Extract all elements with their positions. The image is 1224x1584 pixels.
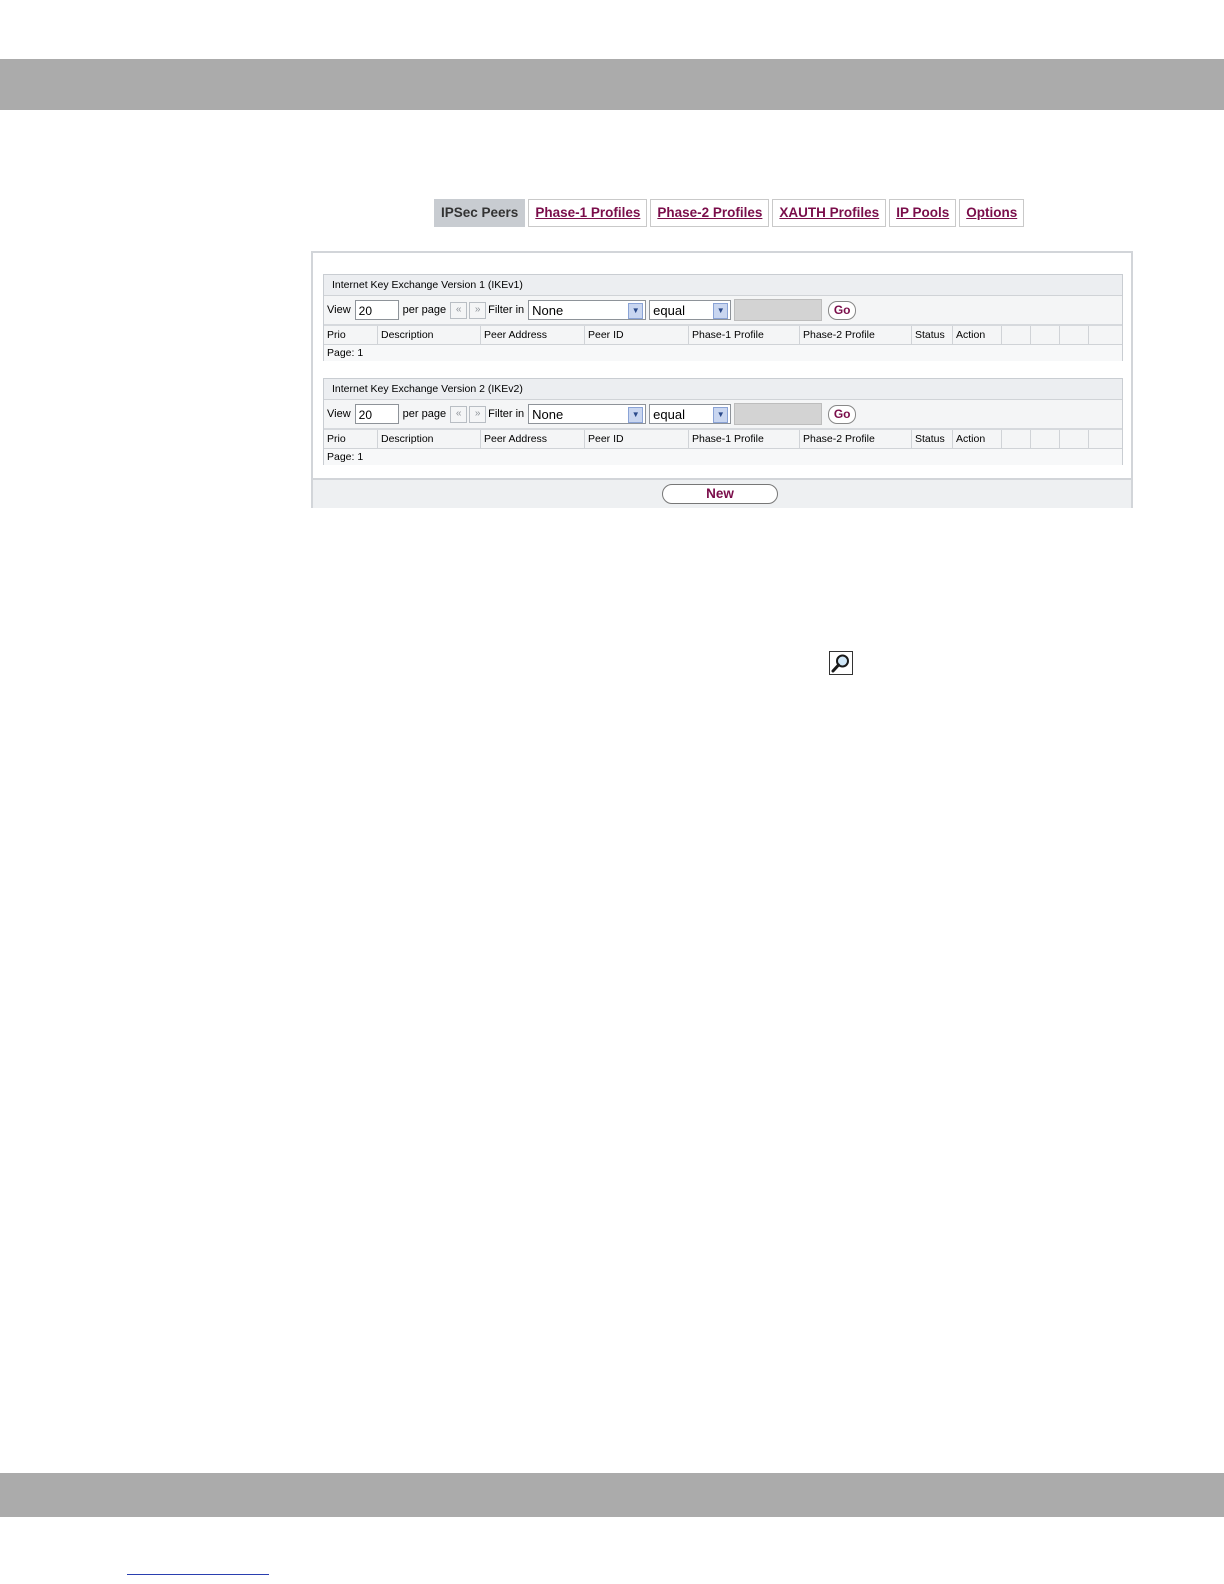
column-header xyxy=(1089,326,1118,344)
ikev2-title: Internet Key Exchange Version 2 (IKEv2) xyxy=(324,379,1122,400)
column-header xyxy=(1002,326,1031,344)
prev-page-icon[interactable]: « xyxy=(450,405,468,423)
ikev1-controls: View 20 per page « » Filter in None ▼ eq… xyxy=(324,296,1122,326)
filter-operator-value: equal xyxy=(653,303,685,318)
filter-field-value: None xyxy=(532,407,564,422)
column-header[interactable]: Description xyxy=(378,326,481,344)
filter-value-input[interactable] xyxy=(734,299,823,321)
new-button[interactable]: New xyxy=(662,484,778,504)
column-header[interactable]: Peer ID xyxy=(585,430,689,448)
next-page-icon[interactable]: » xyxy=(469,301,487,319)
tab-bar: IPSec Peers Phase-1 Profiles Phase-2 Pro… xyxy=(434,199,1025,227)
column-header[interactable]: Phase-1 Profile xyxy=(689,430,800,448)
ikev2-group: Internet Key Exchange Version 2 (IKEv2) … xyxy=(323,378,1123,465)
tab-ipsec-peers[interactable]: IPSec Peers xyxy=(434,199,526,227)
column-header[interactable]: Peer Address xyxy=(481,430,585,448)
filter-field-value: None xyxy=(532,303,564,318)
column-header xyxy=(1060,326,1089,344)
tab-phase-2-profiles[interactable]: Phase-2 Profiles xyxy=(650,199,770,227)
ipsec-peers-panel: Internet Key Exchange Version 1 (IKEv1) … xyxy=(311,251,1133,508)
chevron-down-icon: ▼ xyxy=(628,303,644,319)
per-page-label: per page xyxy=(402,408,447,420)
next-page-icon[interactable]: » xyxy=(469,405,487,423)
page-label: Page: xyxy=(327,347,355,359)
page-label: Page: xyxy=(327,451,355,463)
go-button[interactable]: Go xyxy=(828,300,857,320)
ikev2-page-indicator: Page: 1 xyxy=(324,449,1122,465)
column-header: Action xyxy=(953,430,1002,448)
tab-ip-pools[interactable]: IP Pools xyxy=(889,199,957,227)
footer-band xyxy=(0,1473,1224,1517)
ikev1-table-header: Prio Description Peer Address Peer ID Ph… xyxy=(324,326,1122,345)
column-header[interactable]: Status xyxy=(912,326,953,344)
page-number[interactable]: 1 xyxy=(357,451,363,463)
column-header[interactable]: Status xyxy=(912,430,953,448)
go-button[interactable]: Go xyxy=(828,404,857,424)
filter-operator-value: equal xyxy=(653,407,685,422)
chevron-down-icon: ▼ xyxy=(713,303,729,319)
filter-operator-select[interactable]: equal ▼ xyxy=(649,300,732,320)
tab-options[interactable]: Options xyxy=(959,199,1025,227)
magnifier-icon[interactable] xyxy=(829,651,853,675)
filter-value-input[interactable] xyxy=(734,403,823,425)
ikev2-controls: View 20 per page « » Filter in None ▼ eq… xyxy=(324,400,1122,430)
filter-in-label: Filter in xyxy=(488,408,525,420)
ikev2-table-header: Prio Description Peer Address Peer ID Ph… xyxy=(324,430,1122,449)
filter-field-select[interactable]: None ▼ xyxy=(528,404,647,424)
column-header[interactable]: Prio xyxy=(324,430,378,448)
column-header xyxy=(1089,430,1118,448)
ikev1-group: Internet Key Exchange Version 1 (IKEv1) … xyxy=(323,274,1123,361)
column-header[interactable]: Prio xyxy=(324,326,378,344)
view-count-input[interactable]: 20 xyxy=(354,300,399,320)
column-header xyxy=(1060,430,1089,448)
chevron-down-icon: ▼ xyxy=(713,407,729,423)
column-header[interactable]: Phase-2 Profile xyxy=(800,430,912,448)
filter-in-label: Filter in xyxy=(488,304,525,316)
column-header[interactable]: Phase-1 Profile xyxy=(689,326,800,344)
column-header[interactable]: Phase-2 Profile xyxy=(800,326,912,344)
filter-operator-select[interactable]: equal ▼ xyxy=(649,404,732,424)
column-header: Action xyxy=(953,326,1002,344)
view-label: View xyxy=(327,304,351,316)
panel-footer: New xyxy=(313,478,1131,508)
column-header xyxy=(1002,430,1031,448)
ikev1-page-indicator: Page: 1 xyxy=(324,345,1122,361)
column-header xyxy=(1031,326,1060,344)
column-header[interactable]: Description xyxy=(378,430,481,448)
header-band xyxy=(0,59,1224,110)
filter-field-select[interactable]: None ▼ xyxy=(528,300,647,320)
tab-xauth-profiles[interactable]: XAUTH Profiles xyxy=(772,199,887,227)
per-page-label: per page xyxy=(402,304,447,316)
page-number[interactable]: 1 xyxy=(357,347,363,359)
footer-link-underline xyxy=(127,1574,269,1575)
column-header[interactable]: Peer ID xyxy=(585,326,689,344)
column-header[interactable]: Peer Address xyxy=(481,326,585,344)
chevron-down-icon: ▼ xyxy=(628,407,644,423)
view-label: View xyxy=(327,408,351,420)
column-header xyxy=(1031,430,1060,448)
ikev1-title: Internet Key Exchange Version 1 (IKEv1) xyxy=(324,275,1122,296)
prev-page-icon[interactable]: « xyxy=(450,301,468,319)
tab-phase-1-profiles[interactable]: Phase-1 Profiles xyxy=(528,199,648,227)
view-count-input[interactable]: 20 xyxy=(354,404,399,424)
